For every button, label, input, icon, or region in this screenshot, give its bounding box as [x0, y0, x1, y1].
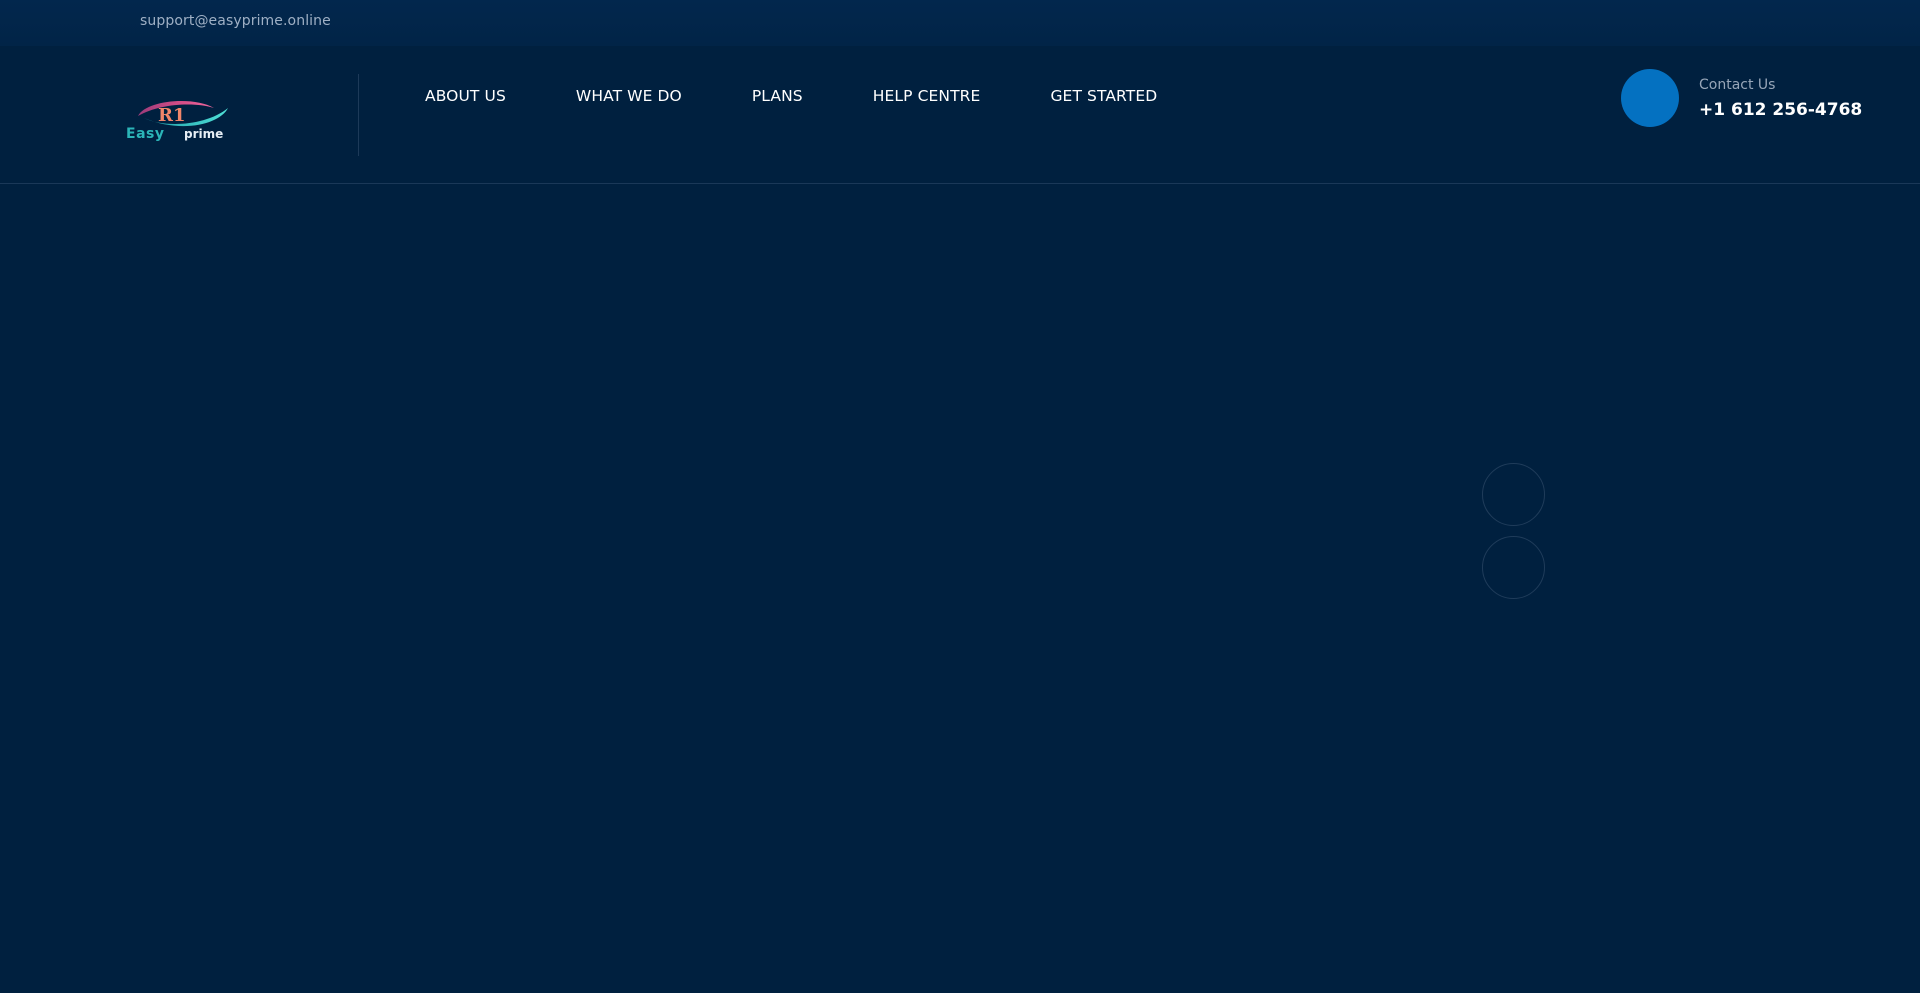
logo-brand-easy: Easy	[126, 126, 164, 142]
site-header: R1 Easy prime ABOUT US WHAT WE DO PLANS …	[0, 46, 1920, 184]
nav-help-centre[interactable]: HELP CENTRE	[873, 87, 981, 105]
top-bar: support@easyprime.online	[0, 0, 1920, 46]
slider-prev-button[interactable]	[1482, 463, 1545, 526]
easyprime-logo[interactable]: R1 Easy prime	[124, 94, 236, 142]
contact-phone-link[interactable]: +1 612 256-4768	[1699, 100, 1862, 120]
logo-brand-prime: prime	[184, 127, 223, 141]
phone-icon[interactable]	[1621, 69, 1679, 127]
hero-section	[0, 185, 1920, 993]
main-nav: ABOUT US WHAT WE DO PLANS HELP CENTRE GE…	[425, 87, 1157, 105]
slider-next-button[interactable]	[1482, 536, 1545, 599]
nav-what-we-do[interactable]: WHAT WE DO	[576, 87, 682, 105]
nav-about-us[interactable]: ABOUT US	[425, 87, 506, 105]
support-email-link[interactable]: support@easyprime.online	[140, 13, 331, 29]
contact-label: Contact Us	[1699, 77, 1776, 93]
logo-mark-text: R1	[158, 105, 185, 126]
header-divider	[358, 74, 359, 156]
nav-get-started[interactable]: GET STARTED	[1050, 87, 1157, 105]
nav-plans[interactable]: PLANS	[752, 87, 803, 105]
